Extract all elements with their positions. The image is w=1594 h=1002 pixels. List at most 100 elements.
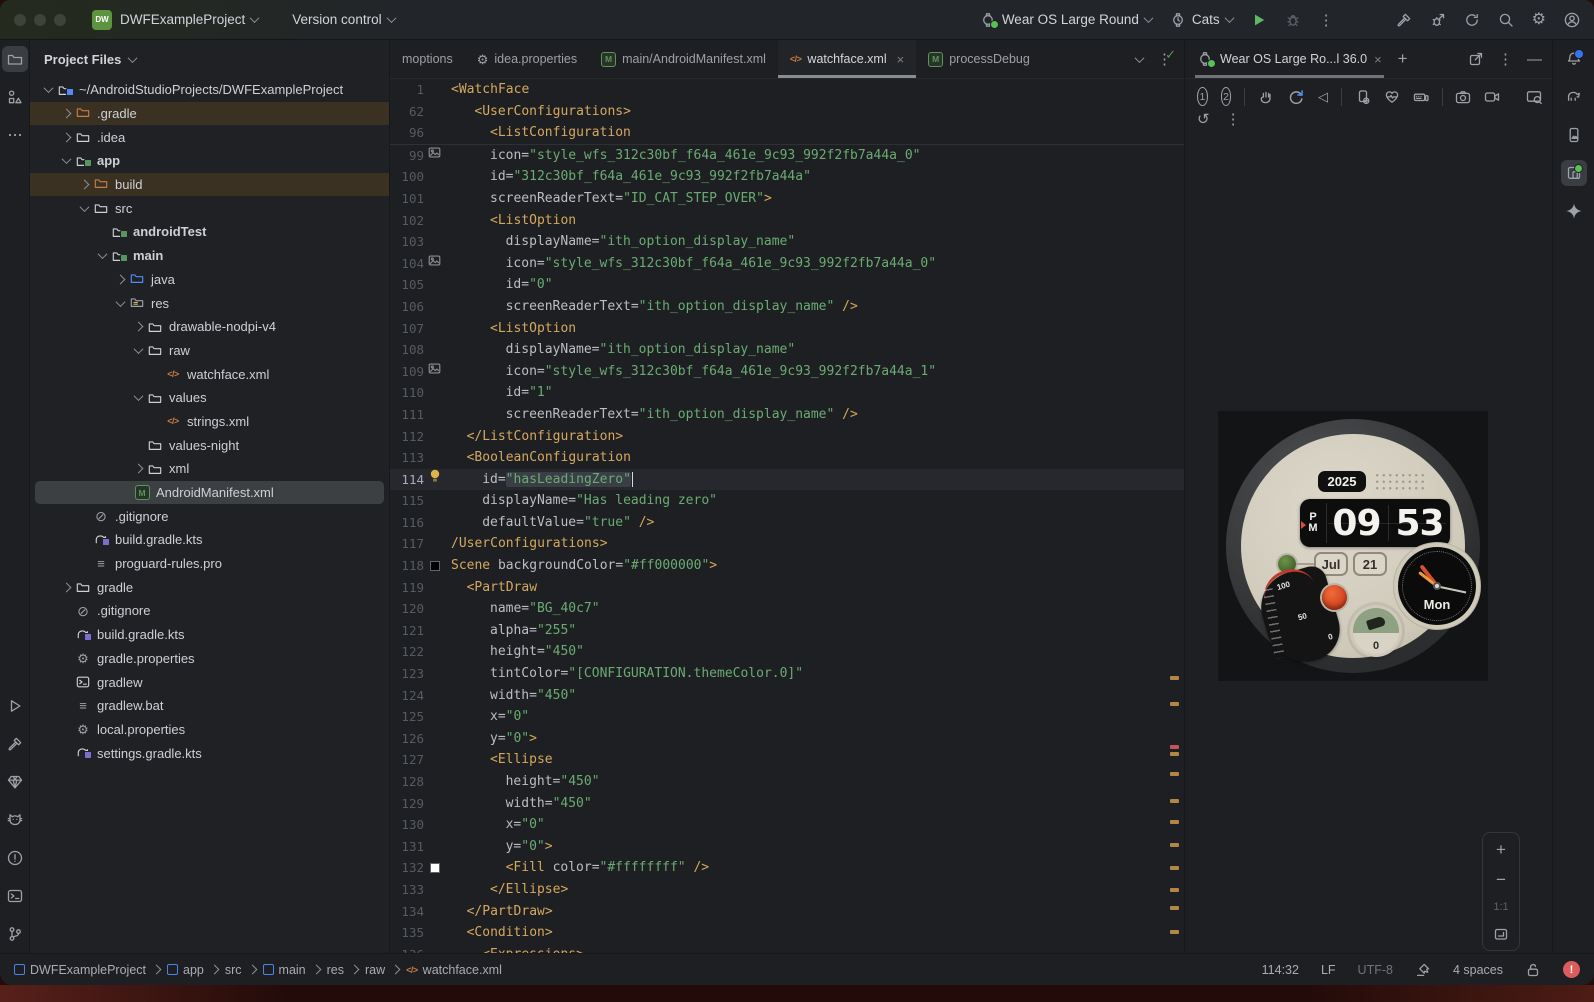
emulator-display[interactable]: 2025 P M 09 53 Jul 21 Mon 100 50 0 0 bbox=[1218, 411, 1488, 681]
lock-open-icon[interactable] bbox=[1525, 962, 1541, 978]
hardware-button-2[interactable]: 2 bbox=[1220, 87, 1232, 106]
tool-version-control[interactable] bbox=[2, 921, 28, 947]
code-line-136[interactable]: 136<Expressions> bbox=[390, 944, 1184, 953]
breadcrumb-item[interactable]: main bbox=[262, 963, 306, 977]
file-encoding[interactable]: UTF-8 bbox=[1358, 963, 1393, 977]
zoom-fit-button[interactable] bbox=[1493, 926, 1509, 942]
code-line-105[interactable]: 105 id="0" bbox=[390, 274, 1184, 296]
code-line-115[interactable]: 115 displayName="Has leading zero" bbox=[390, 490, 1184, 512]
tree-item-values-night[interactable]: values-night bbox=[30, 433, 389, 457]
health-services-icon[interactable] bbox=[1384, 89, 1400, 105]
tab-main-androidmanifest-xml[interactable]: Mmain/AndroidManifest.xml bbox=[589, 40, 778, 78]
device-tab[interactable]: Wear OS Large Ro...l 36.0 × bbox=[1195, 40, 1384, 78]
tree-item-gradle[interactable]: gradle bbox=[30, 575, 389, 599]
tree-item-watchface-xml[interactable]: </> watchface.xml bbox=[30, 362, 389, 386]
code-line-126[interactable]: 126 y="0"> bbox=[390, 728, 1184, 750]
tree-item-build-gradle-kts[interactable]: build.gradle.kts bbox=[30, 623, 389, 647]
breadcrumb-item[interactable]: </> watchface.xml bbox=[406, 963, 502, 977]
more-actions-button[interactable]: ⋮ bbox=[1319, 11, 1334, 29]
chevron-expanded-icon[interactable] bbox=[94, 249, 110, 260]
caret-position[interactable]: 114:32 bbox=[1262, 963, 1299, 977]
code-line-108[interactable]: 108 displayName="ith_option_display_name" bbox=[390, 339, 1184, 361]
code-line-99[interactable]: 99 icon="style_wfs_312c30bf_f64a_461e_9c9… bbox=[390, 145, 1184, 167]
code-line-135[interactable]: 135 <Condition> bbox=[390, 922, 1184, 944]
hide-panel-button[interactable]: — bbox=[1527, 51, 1542, 68]
device-more-options-button[interactable]: ⋮ bbox=[1498, 50, 1513, 68]
zoom-reset-button[interactable]: 1:1 bbox=[1493, 901, 1508, 913]
code-editor[interactable]: 99 icon="style_wfs_312c30bf_f64a_461e_9c9… bbox=[390, 145, 1184, 953]
warning-stripe-mark[interactable] bbox=[1170, 843, 1179, 847]
tab-watchface-xml[interactable]: </> watchface.xml × bbox=[777, 40, 917, 78]
tool-project[interactable] bbox=[1, 46, 28, 72]
code-line-62[interactable]: 62 <UserConfigurations> bbox=[390, 101, 1184, 123]
chevron-expanded-icon[interactable] bbox=[130, 344, 146, 354]
tree-item-src[interactable]: src bbox=[30, 196, 389, 220]
code-line-117[interactable]: 117/UserConfigurations> bbox=[390, 533, 1184, 555]
breadcrumb-item[interactable]: src bbox=[225, 963, 242, 977]
tree-item-local-properties[interactable]: ⚙ local.properties bbox=[30, 718, 389, 742]
account-button[interactable] bbox=[1564, 12, 1580, 28]
warning-stripe-mark[interactable] bbox=[1170, 676, 1179, 680]
project-menu[interactable]: DWFExampleProject bbox=[120, 12, 260, 27]
color-swatch-white[interactable] bbox=[429, 863, 440, 874]
code-line-114[interactable]: 114 id="hasLeadingZero" bbox=[390, 468, 1184, 491]
warning-stripe-mark[interactable] bbox=[1170, 866, 1179, 870]
code-line-118[interactable]: 118 Scene backgroundColor="#ff000000"> bbox=[390, 555, 1184, 577]
chevron-collapsed-icon[interactable] bbox=[76, 179, 92, 190]
settings-button[interactable]: ⚙ bbox=[1532, 11, 1546, 28]
indent-setting[interactable]: 4 spaces bbox=[1453, 963, 1503, 977]
chevron-collapsed-icon[interactable] bbox=[58, 582, 74, 593]
tool-terminal[interactable] bbox=[2, 883, 28, 909]
code-line-100[interactable]: 100 id="312c30bf_f64a_461e_9c93_992f2fb7a… bbox=[390, 166, 1184, 188]
warning-stripe-mark[interactable] bbox=[1170, 888, 1179, 892]
warning-stripe-mark[interactable] bbox=[1170, 906, 1179, 910]
input-icon[interactable] bbox=[1413, 89, 1429, 105]
inspections-widget[interactable]: ✓ bbox=[1165, 47, 1176, 63]
code-line-96[interactable]: 96 <ListConfiguration bbox=[390, 122, 1184, 144]
image-resource-icon[interactable] bbox=[428, 361, 441, 383]
tree-item-app[interactable]: app bbox=[30, 149, 389, 173]
error-indicator[interactable]: ! bbox=[1563, 961, 1580, 978]
version-control-menu[interactable]: Version control bbox=[292, 12, 397, 27]
tool-resource-manager[interactable] bbox=[2, 84, 28, 110]
color-swatch-black[interactable] bbox=[429, 560, 440, 571]
tool-app-quality-insights[interactable] bbox=[2, 769, 28, 795]
hidden-tabs-chevron-icon[interactable] bbox=[1134, 52, 1145, 63]
chevron-expanded-icon[interactable] bbox=[76, 201, 92, 212]
error-stripe-mark[interactable] bbox=[1170, 745, 1179, 749]
tool-running-devices[interactable] bbox=[1560, 160, 1587, 186]
chevron-expanded-icon[interactable] bbox=[130, 391, 146, 402]
display-zoom-icon[interactable] bbox=[1526, 89, 1542, 105]
breadcrumb-item[interactable]: res bbox=[327, 963, 344, 977]
close-window-button[interactable] bbox=[14, 13, 26, 26]
tree-item-raw[interactable]: raw bbox=[30, 339, 389, 363]
tree-item--gitignore[interactable]: ⊘ .gitignore bbox=[30, 504, 389, 528]
tree-item-gradle-properties[interactable]: ⚙ gradle.properties bbox=[30, 647, 389, 671]
zoom-out-button[interactable]: − bbox=[1496, 871, 1506, 888]
tool-device-manager[interactable] bbox=[1561, 122, 1587, 148]
tree-item--gradle[interactable]: .gradle bbox=[30, 101, 389, 126]
warning-stripe-mark[interactable] bbox=[1170, 752, 1179, 756]
back-icon[interactable]: ◁ bbox=[1318, 89, 1328, 105]
add-device-tab-button[interactable]: + bbox=[1398, 49, 1408, 69]
zoom-in-button[interactable]: + bbox=[1496, 841, 1506, 858]
code-line-116[interactable]: 116 defaultValue="true" /> bbox=[390, 512, 1184, 534]
chevron-collapsed-icon[interactable] bbox=[58, 108, 74, 119]
chevron-collapsed-icon[interactable] bbox=[130, 321, 146, 332]
code-line-125[interactable]: 125 x="0" bbox=[390, 706, 1184, 728]
project-view-selector[interactable]: Project Files bbox=[44, 52, 121, 67]
tree-item--gitignore[interactable]: ⊘ .gitignore bbox=[30, 599, 389, 623]
tab-processdebug[interactable]: MprocessDebug bbox=[916, 40, 1042, 78]
tool-notifications[interactable] bbox=[1561, 46, 1587, 72]
code-line-111[interactable]: 111 screenReaderText="ith_option_display_… bbox=[390, 404, 1184, 426]
code-line-110[interactable]: 110 id="1" bbox=[390, 382, 1184, 404]
tree-item-drawable-nodpi-v4[interactable]: drawable-nodpi-v4 bbox=[30, 315, 389, 339]
tree-item-proguard-rules-pro[interactable]: ≡ proguard-rules.pro bbox=[30, 552, 389, 576]
warning-stripe-mark[interactable] bbox=[1170, 820, 1179, 824]
chevron-collapsed-icon[interactable] bbox=[112, 274, 128, 285]
tree-item-androidtest[interactable]: androidTest bbox=[30, 220, 389, 244]
tree-item-build[interactable]: build bbox=[30, 172, 389, 197]
tool-gemini[interactable] bbox=[1561, 198, 1587, 224]
profiler-button[interactable] bbox=[1430, 12, 1446, 28]
debug-button[interactable] bbox=[1285, 12, 1301, 28]
